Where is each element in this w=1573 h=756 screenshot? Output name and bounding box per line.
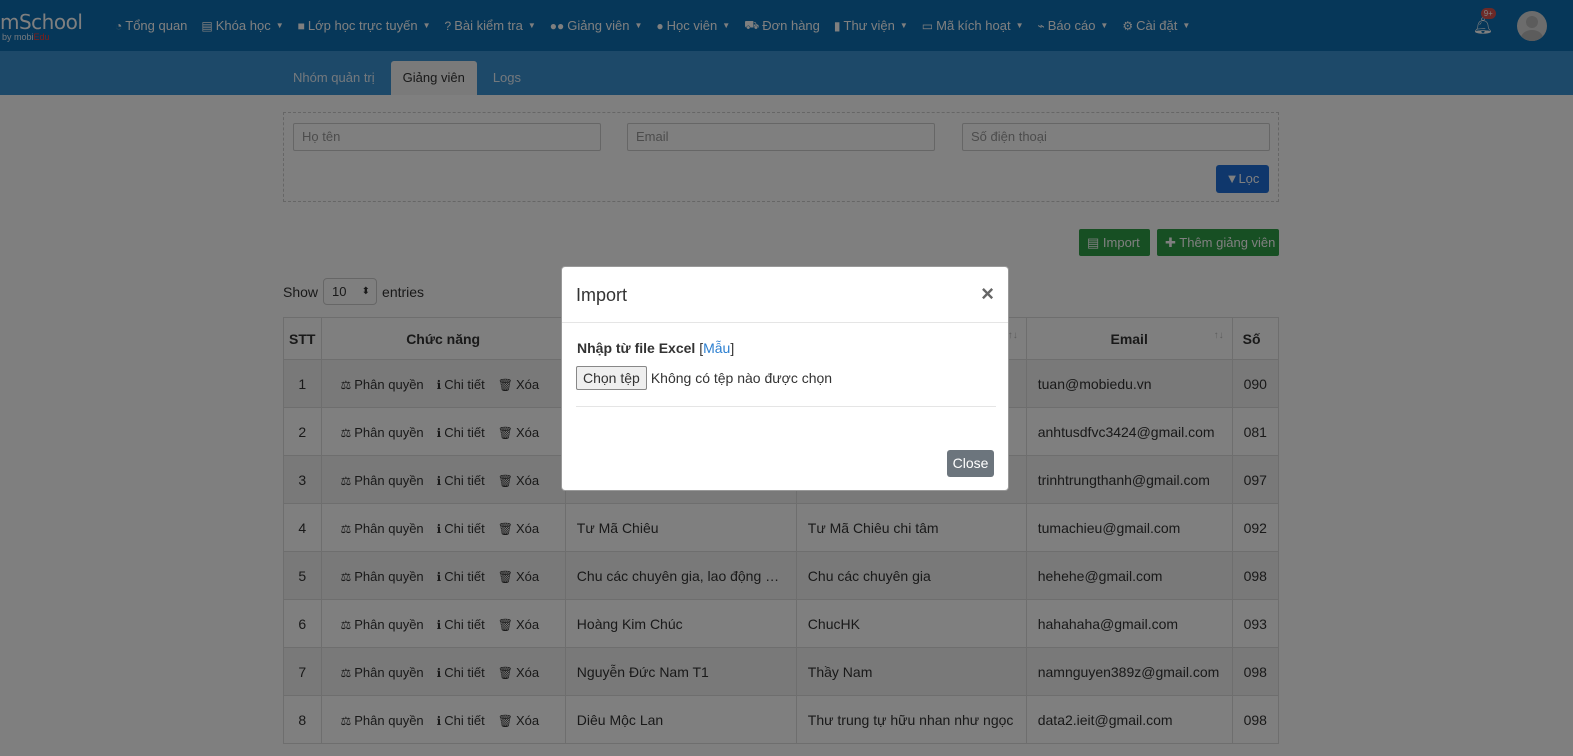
modal-body: Nhập từ file Excel [Mẫu] Chọn tệp Không … (562, 323, 1008, 407)
template-link[interactable]: Mẫu (703, 340, 730, 356)
choose-file-button[interactable]: Chọn tệp (576, 366, 647, 390)
close-icon[interactable]: × (981, 281, 994, 307)
close-button[interactable]: Close (947, 450, 994, 477)
import-modal: Import × Nhập từ file Excel [Mẫu] Chọn t… (561, 266, 1009, 491)
divider (576, 406, 996, 407)
modal-title: Import (576, 285, 628, 305)
import-label: Nhập từ file Excel [Mẫu] (577, 340, 735, 356)
file-status: Không có tệp nào được chọn (650, 370, 833, 386)
file-input: Chọn tệp Không có tệp nào được chọn (576, 366, 832, 390)
modal-header: Import × (562, 267, 1008, 323)
